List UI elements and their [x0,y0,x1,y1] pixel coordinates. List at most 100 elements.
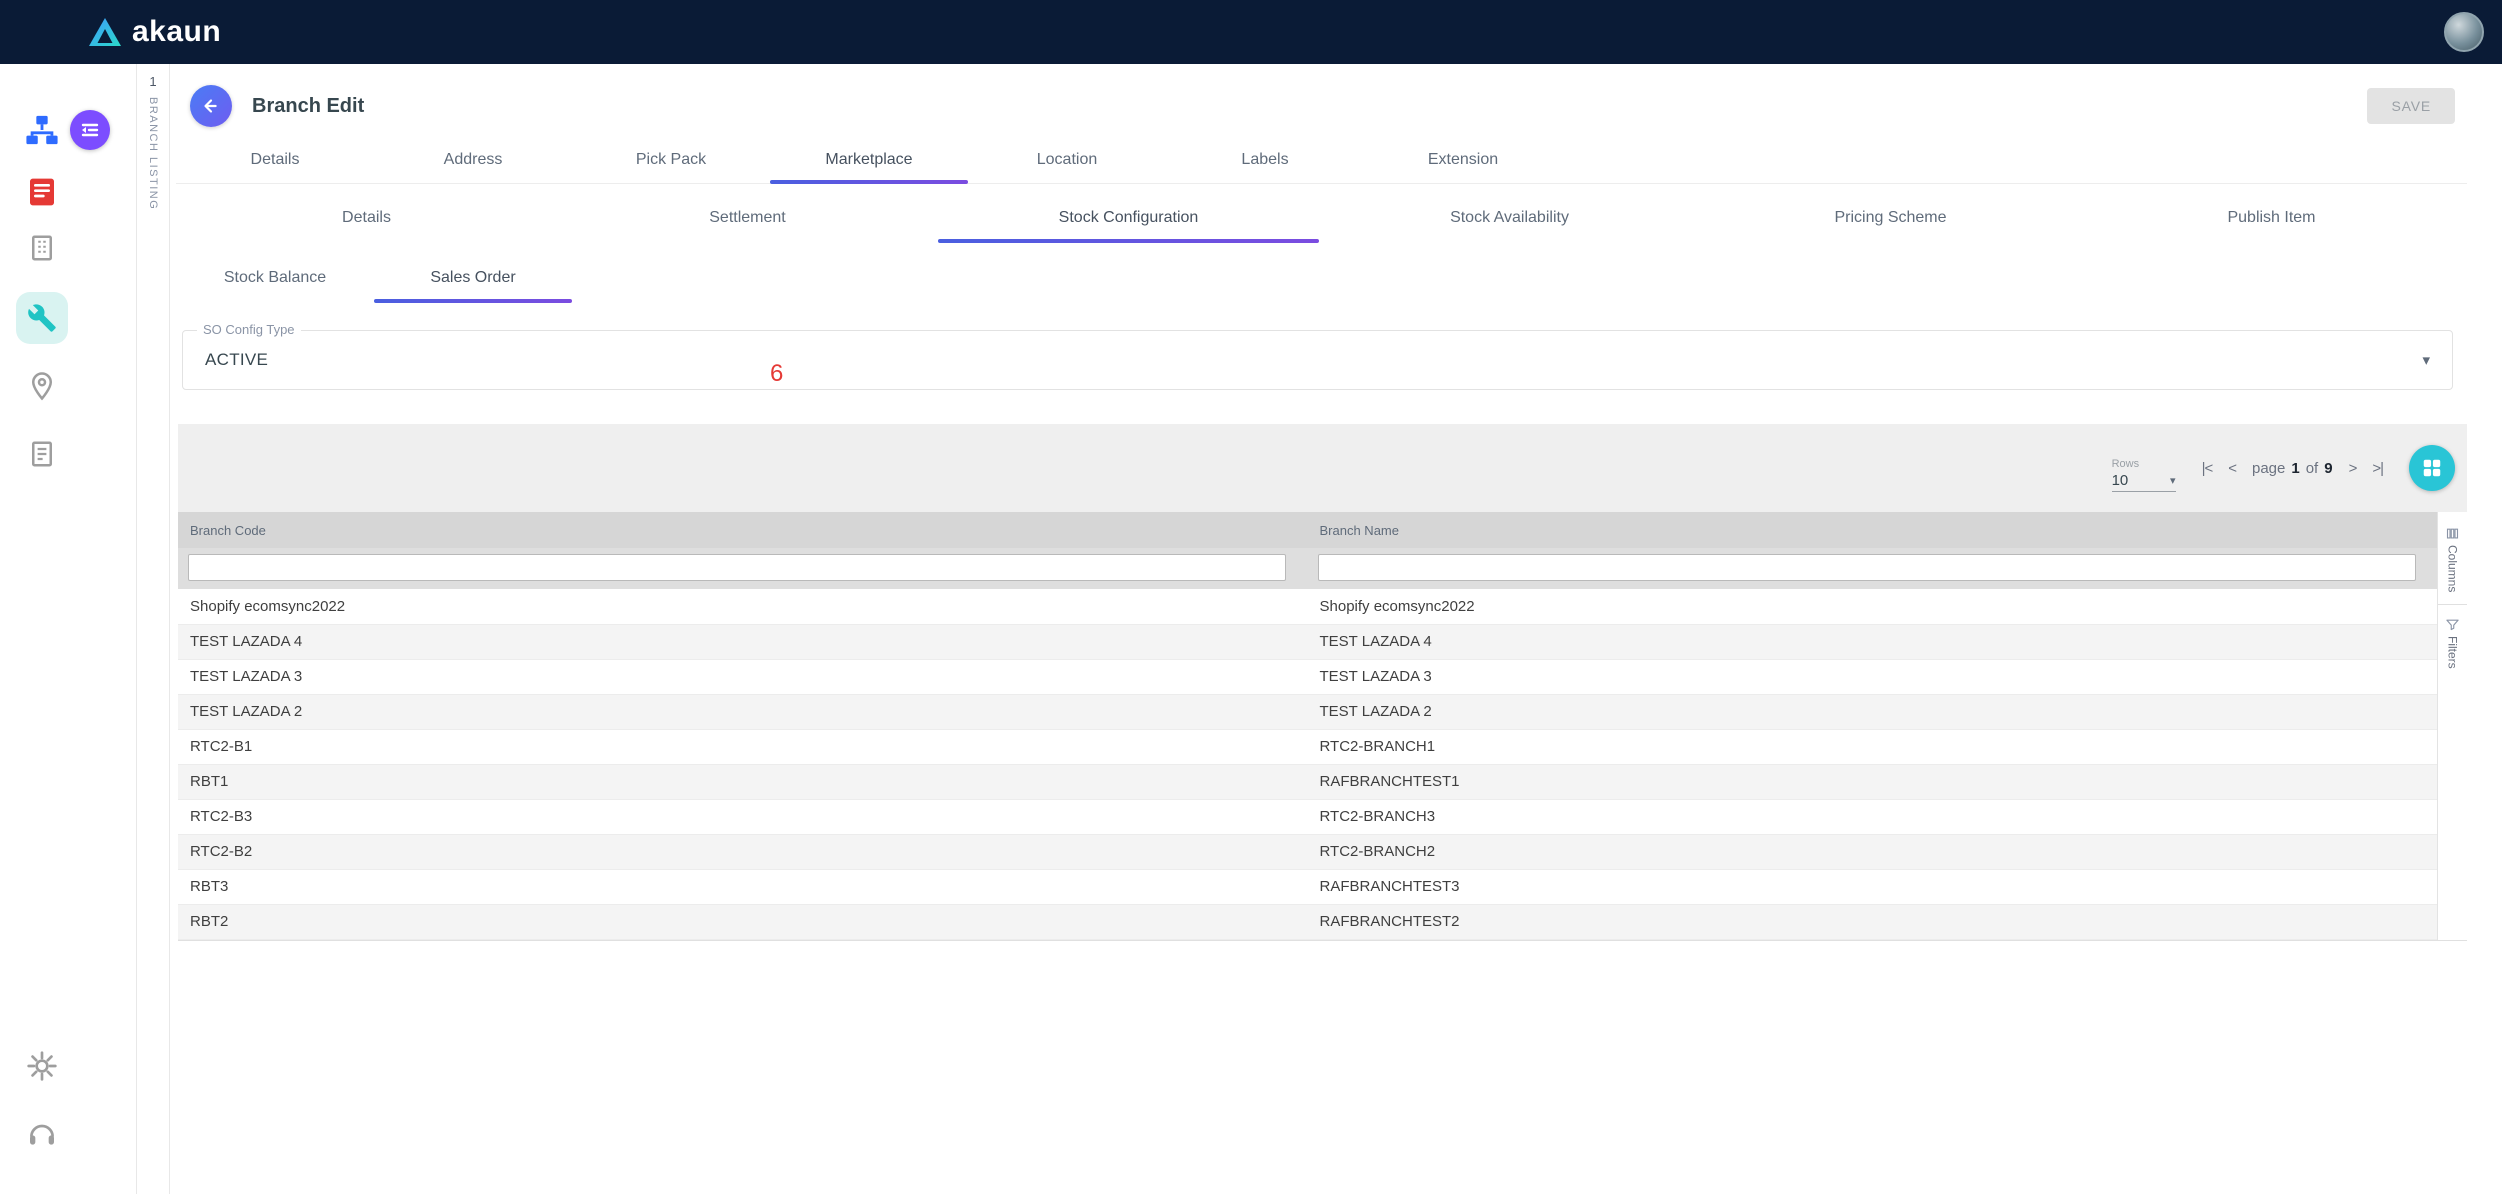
page-title: Branch Edit [252,94,365,117]
grid-view-button[interactable] [2409,445,2455,491]
tab-stock-balance[interactable]: Stock Balance [176,254,374,302]
tab-pick-pack[interactable]: Pick Pack [572,136,770,183]
page-word: page [2252,459,2286,477]
table-cell: RTC2-BRANCH1 [1319,738,1436,755]
columns-panel-toggle[interactable]: Columns [2445,520,2460,598]
tab-labels[interactable]: Labels [1166,136,1364,183]
active-tab-underline [938,239,1319,243]
tab-extension[interactable]: Extension [1364,136,1562,183]
table-row[interactable]: TEST LAZADA 4 TEST LAZADA 4 [178,624,2437,659]
table-row[interactable]: RTC2-B2 RTC2-BRANCH2 [178,834,2437,869]
rail-label: BRANCH LISTING [147,97,159,211]
brand-name: akaun [132,15,222,48]
tab-label: Details [250,150,300,168]
filters-label: Filters [2445,636,2460,670]
grid-toolbar: Rows 10 ▾ |< < page 1 of 9 > >| [178,424,2467,512]
red-ledger-icon [30,178,54,206]
table-cell: RBT1 [190,773,229,790]
table-filter-row [178,548,2437,589]
annotation-count: 6 [770,360,784,387]
column-header-branch-name[interactable]: Branch Name [1307,512,2437,548]
brand[interactable]: akaun [88,15,221,49]
tab-stock-configuration[interactable]: Stock Configuration [938,194,1319,243]
table-cell: RTC2-BRANCH2 [1319,843,1436,860]
sidebar-collapse-button[interactable] [70,110,110,150]
table-side-rail: Columns Filters [2437,512,2467,940]
tab-details[interactable]: Details [176,194,557,242]
back-arrow-icon [204,99,217,113]
table-cell: RTC2-B2 [190,843,253,860]
sidebar-item-settings[interactable] [24,1048,60,1084]
document-icon [32,441,52,467]
sidebar-item-red-ledger[interactable] [24,174,60,210]
branch-name-filter-input[interactable] [1317,554,2416,581]
table-cell: RTC2-B3 [190,808,253,825]
prev-page-button[interactable]: < [2228,460,2237,477]
next-page-button[interactable]: > [2349,460,2358,477]
user-avatar[interactable] [2444,12,2484,52]
table-row[interactable]: RTC2-B3 RTC2-BRANCH3 [178,799,2437,834]
brand-logo-icon [89,18,121,46]
sidebar-item-location[interactable] [24,368,60,404]
page-indicator: page 1 of 9 [2252,460,2333,477]
tabs-level-1: Details Address Pick Pack Marketplace Locati… [176,136,2467,184]
sidebar-item-support[interactable] [24,1116,60,1152]
table-cell: Shopify ecomsync2022 [1319,597,1475,615]
filters-panel-toggle[interactable]: Filters [2445,611,2460,675]
tab-label: Sales Order [430,269,516,286]
table-row[interactable]: TEST LAZADA 2 TEST LAZADA 2 [178,694,2437,729]
tab-address[interactable]: Address [374,136,572,183]
rows-per-page-select[interactable]: Rows 10 ▾ [2111,458,2176,492]
tab-details[interactable]: Details [176,136,374,183]
table-cell: TEST LAZADA 4 [190,633,303,650]
settings-gear-icon [27,1051,57,1081]
sidebar-item-building[interactable] [24,230,60,266]
wrench-icon [28,304,56,332]
sidebar-item-document[interactable] [24,436,60,472]
tab-label: Stock Configuration [1058,209,1199,226]
columns-label: Columns [2445,545,2460,593]
chevron-down-icon: ▾ [2422,352,2430,369]
tab-label: Location [1036,150,1098,168]
column-header-branch-code[interactable]: Branch Code [178,512,1308,548]
branch-table: Branch Code Branch Name Shopify ecomsync2… [178,512,2437,940]
tab-pricing-scheme[interactable]: Pricing Scheme [1700,194,2081,242]
table-cell: RAFBRANCHTEST2 [1319,913,1460,930]
sidebar [0,64,136,1194]
tab-settlement[interactable]: Settlement [557,194,938,242]
sidebar-item-tools-active[interactable] [16,292,68,344]
table-row[interactable]: RTC2-B1 RTC2-BRANCH1 [178,729,2437,764]
table-cell: RBT3 [190,878,229,895]
of-word: of [2305,459,2319,477]
table-cell: Shopify ecomsync2022 [190,597,346,615]
table-cell: RTC2-BRANCH3 [1319,808,1436,825]
tab-label: Extension [1427,150,1499,168]
so-config-type-label: SO Config Type [197,322,301,337]
branch-code-filter-input[interactable] [188,554,1287,581]
sidebar-item-org-chart[interactable] [24,112,60,148]
tab-sales-order[interactable]: Sales Order [374,254,572,303]
table-row[interactable]: TEST LAZADA 3 TEST LAZADA 3 [178,659,2437,694]
last-page-button[interactable]: >| [2372,460,2384,477]
table-cell: TEST LAZADA 3 [190,668,303,685]
tab-label: Stock Availability [1450,209,1569,226]
pagination: |< < page 1 of 9 > >| [2202,460,2384,477]
table-cell: TEST LAZADA 3 [1319,668,1432,685]
table-row[interactable]: Shopify ecomsync2022 Shopify ecomsync2022 [178,589,2437,624]
table-row[interactable]: RBT2 RAFBRANCHTEST2 [178,904,2437,939]
first-page-button[interactable]: |< [2202,460,2214,477]
back-button[interactable] [190,85,232,127]
tab-location[interactable]: Location [968,136,1166,183]
table-row[interactable]: RBT1 RAFBRANCHTEST1 [178,764,2437,799]
page-current: 1 [2291,459,2300,477]
shell: 1 BRANCH LISTING Branch Edit SAVE Detail… [0,64,2502,1194]
tab-marketplace[interactable]: Marketplace [770,136,968,184]
rail-index: 1 [149,74,157,89]
save-button[interactable]: SAVE [2367,88,2455,124]
tab-publish-item[interactable]: Publish Item [2081,194,2462,242]
tab-stock-availability[interactable]: Stock Availability [1319,194,1700,242]
tab-label: Pricing Scheme [1834,209,1947,226]
so-config-type-select[interactable]: SO Config Type ACTIVE ▾ [182,322,2453,390]
table-row[interactable]: RBT3 RAFBRANCHTEST3 [178,869,2437,904]
table-cell: RTC2-B1 [190,738,253,755]
